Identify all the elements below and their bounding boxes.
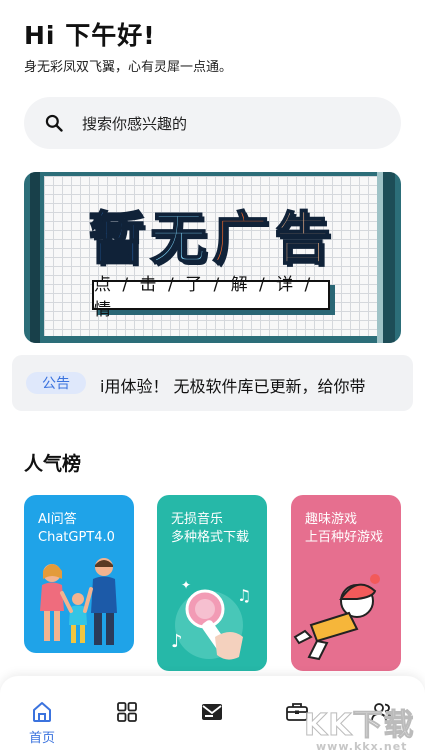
microphone-illustration: ♪ ♫ ✦ <box>171 578 251 660</box>
notice-tag: 公告 <box>26 372 86 394</box>
grid-icon <box>117 702 137 722</box>
card-title: AI问答 ChatGPT4.0 <box>38 512 115 545</box>
svg-text:✦: ✦ <box>181 578 191 592</box>
tab-apps[interactable] <box>107 692 147 732</box>
tab-home[interactable] <box>22 692 62 732</box>
relaxing-person-illustration <box>293 574 380 661</box>
search-icon <box>45 114 63 132</box>
section-title: 人气榜 <box>24 453 82 475</box>
search-placeholder: 搜索你感兴趣的 <box>82 114 188 133</box>
greeting-title: Hi 下午好! <box>24 21 156 50</box>
ad-details-button[interactable]: 点 / 击 / 了 / 解 / 详 / 情 <box>92 275 330 320</box>
card-title: 趣味游戏 上百种好游戏 <box>305 512 384 545</box>
svg-text:♪: ♪ <box>171 631 183 652</box>
card-ai-chat[interactable]: AI问答 ChatGPT4.0 <box>24 495 134 653</box>
family-illustration <box>40 558 117 645</box>
ad-title-char: 告 <box>274 206 337 273</box>
ad-banner[interactable]: 暂无广告 点 / 击 / 了 / 解 / 详 / 情 <box>24 172 401 343</box>
card-title: 无损音乐 多种格式下载 <box>171 512 250 545</box>
notice-text: i用体验！ 无极软件库已更新，给你带 <box>100 377 366 396</box>
notice-bar[interactable]: 公告 i用体验！ 无极软件库已更新，给你带 <box>12 355 413 411</box>
svg-text:♫: ♫ <box>237 586 251 605</box>
card-music[interactable]: 无损音乐 多种格式下载 ♪ ♫ ✦ <box>157 495 267 671</box>
ad-title-char: 暂 <box>88 206 151 273</box>
notice-marquee: i用体验！ 无极软件库已更新，给你带 <box>100 355 413 411</box>
card-games[interactable]: 趣味游戏 上百种好游戏 <box>291 495 401 671</box>
ad-title-char: 广 <box>212 206 275 273</box>
motto-text: 身无彩凤双飞翼，心有灵犀一点通。 <box>24 60 233 75</box>
watermark-url: www.kkx.net <box>316 740 408 753</box>
search-bar[interactable]: 搜索你感兴趣的 <box>24 97 401 149</box>
tab-messages[interactable] <box>192 692 232 732</box>
ad-title: 暂无广告 <box>24 194 401 275</box>
mail-icon <box>202 704 222 720</box>
watermark-logo: KK下载 <box>304 708 415 744</box>
home-icon <box>33 702 51 722</box>
ad-title-char: 无 <box>150 206 213 273</box>
tab-home-label: 首页 <box>28 731 55 746</box>
